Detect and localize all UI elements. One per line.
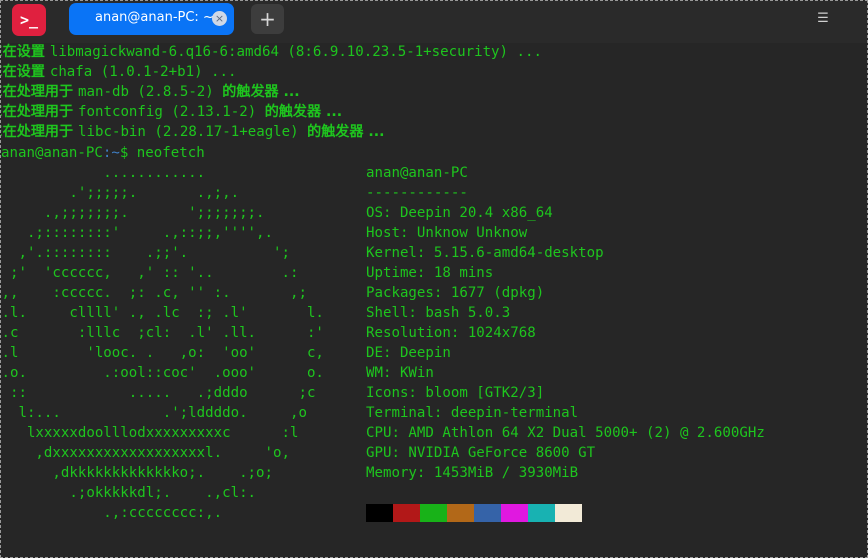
- prompt-command: neofetch: [136, 145, 205, 161]
- deepin-ascii-logo-line: .;::::::::' .,::;;,'''',.: [1, 225, 274, 241]
- output-prefix: E在处理用于: [1, 84, 79, 100]
- terminal-prompt-icon: >_: [19, 11, 39, 29]
- neofetch-info-row: GPU: NVIDIA GeForce 8600 GT: [366, 445, 596, 461]
- tab-title: anan@anan-PC: ~: [95, 10, 214, 25]
- apt-output-line: E在设置 libmagickwand-6.q16-6:amd64 (8:6.9.…: [1, 43, 542, 62]
- neofetch-info-row: Packages: 1677 (dpkg): [366, 285, 545, 301]
- color-swatch: [555, 504, 582, 522]
- color-swatch: [447, 504, 474, 522]
- neofetch-info-row: Memory: 1453MiB / 3930MiB: [366, 465, 579, 481]
- deepin-ascii-logo-line: .o. .:ool::coc' .ooo' o.: [1, 365, 324, 381]
- color-swatch: [366, 504, 393, 522]
- apt-output-line: E在设置 chafa (1.0.1-2+b1) ...: [1, 62, 237, 82]
- output-prefix: E在设置: [1, 44, 45, 60]
- neofetch-info-row: Shell: bash 5.0.3: [366, 305, 511, 321]
- prompt-symbol: $: [119, 145, 137, 161]
- deepin-ascii-logo-line: ,'.:::::::: .;;'. ';: [1, 245, 290, 261]
- deepin-ascii-logo-line: ,, :ccccc. ;: .c, '' :. ,;: [1, 285, 307, 301]
- output-prefix: E在处理用于: [1, 124, 79, 140]
- deepin-ascii-logo-line: .l. cllll' ., .lc :; .l' l.: [1, 305, 324, 321]
- hamburger-menu-icon[interactable]: ☰: [814, 10, 832, 28]
- color-swatch: [420, 504, 447, 522]
- title-bar: >_ anan@anan-PC: ~ × + ☰: [1, 1, 867, 43]
- tab-terminal[interactable]: anan@anan-PC: ~ ×: [69, 3, 234, 35]
- neofetch-user-host: anan@anan-PC: [366, 165, 468, 181]
- terminal-app-icon[interactable]: >_: [12, 4, 46, 36]
- output-suffix: 的触发器 ...: [264, 104, 343, 120]
- deepin-ascii-logo-line: :: ..... .;dddo ;c: [1, 385, 316, 401]
- deepin-ascii-logo-line: .;okkkkkdl;. .,cl:.: [1, 485, 257, 501]
- output-text: libmagickwand-6.q16-6:amd64 (8:6.9.10.23…: [49, 44, 542, 60]
- neofetch-info-row: Host: Unknow Unknow: [366, 225, 528, 241]
- prompt-path: :~: [102, 145, 120, 161]
- deepin-ascii-logo-line: lxxxxxdoolllodxxxxxxxxxc :l: [1, 425, 299, 441]
- neofetch-info-row: WM: KWin: [366, 365, 434, 381]
- deepin-ascii-logo-line: ;' 'cccccc, ,' :: '.. .:: [1, 265, 299, 281]
- color-swatch: [528, 504, 555, 522]
- output-text: libc-bin (2.28.17-1+eagle): [78, 124, 308, 140]
- prompt-line: anan@anan-PC:~$ neofetch: [1, 143, 205, 163]
- output-suffix: 的触发器 ...: [222, 84, 300, 100]
- deepin-ascii-logo-line: ,dkkkkkkkkkkkkko;. .;o;: [1, 465, 274, 481]
- neofetch-info-row: Icons: bloom [GTK2/3]: [366, 385, 545, 401]
- deepin-ascii-logo-line: .,:cccccccc:,.: [1, 505, 223, 521]
- color-palette: [366, 504, 582, 522]
- output-suffix: 的触发器 ...: [307, 124, 385, 140]
- neofetch-info-row: Terminal: deepin-terminal: [366, 405, 579, 421]
- deepin-ascii-logo-line: .c :lllc ;cl: .l' .ll. :': [1, 325, 324, 341]
- color-swatch: [393, 504, 420, 522]
- neofetch-info-row: OS: Deepin 20.4 x86_64: [366, 205, 553, 221]
- neofetch-info-row: Uptime: 18 mins: [366, 265, 494, 281]
- neofetch-info-row: CPU: AMD Athlon 64 X2 Dual 5000+ (2) @ 2…: [366, 425, 765, 441]
- deepin-ascii-logo-line: ,dxxxxxxxxxxxxxxxxxxl. 'o,: [1, 445, 290, 461]
- output-text: fontconfig (2.13.1-2): [78, 104, 265, 120]
- new-tab-button[interactable]: +: [251, 4, 284, 34]
- neofetch-info-row: Kernel: 5.15.6-amd64-desktop: [366, 245, 604, 261]
- deepin-ascii-logo-line: .l 'looc. . ,o: 'oo' c,: [1, 345, 324, 361]
- output-prefix: E在设置: [1, 64, 45, 80]
- output-prefix: E在处理用于: [1, 104, 79, 120]
- neofetch-info-row: Resolution: 1024x768: [366, 325, 536, 341]
- prompt-host: anan@anan-PC: [1, 145, 103, 161]
- color-swatch: [501, 504, 528, 522]
- deepin-ascii-logo-line: .';;;;;. .,;,.: [1, 185, 240, 201]
- terminal-output[interactable]: E在设置 libmagickwand-6.q16-6:amd64 (8:6.9.…: [1, 43, 865, 555]
- apt-output-line: E在处理用于 man-db (2.8.5-2) 的触发器 ...: [1, 82, 300, 102]
- deepin-ascii-logo-line: ............: [1, 165, 206, 181]
- deepin-ascii-logo-line: l:... .';lddddo. ,o: [1, 405, 307, 421]
- deepin-ascii-logo-line: .,;;;;;;;. ';;;;;;;.: [1, 205, 265, 221]
- close-tab-icon[interactable]: ×: [212, 11, 227, 26]
- apt-output-line: E在处理用于 libc-bin (2.28.17-1+eagle) 的触发器 .…: [1, 122, 384, 142]
- neofetch-separator: ------------: [366, 185, 468, 201]
- apt-output-line: E在处理用于 fontconfig (2.13.1-2) 的触发器 ...: [1, 102, 342, 122]
- neofetch-info-row: DE: Deepin: [366, 345, 451, 361]
- output-text: chafa (1.0.1-2+b1) ...: [49, 64, 237, 80]
- color-swatch: [474, 504, 501, 522]
- output-text: man-db (2.8.5-2): [78, 84, 223, 100]
